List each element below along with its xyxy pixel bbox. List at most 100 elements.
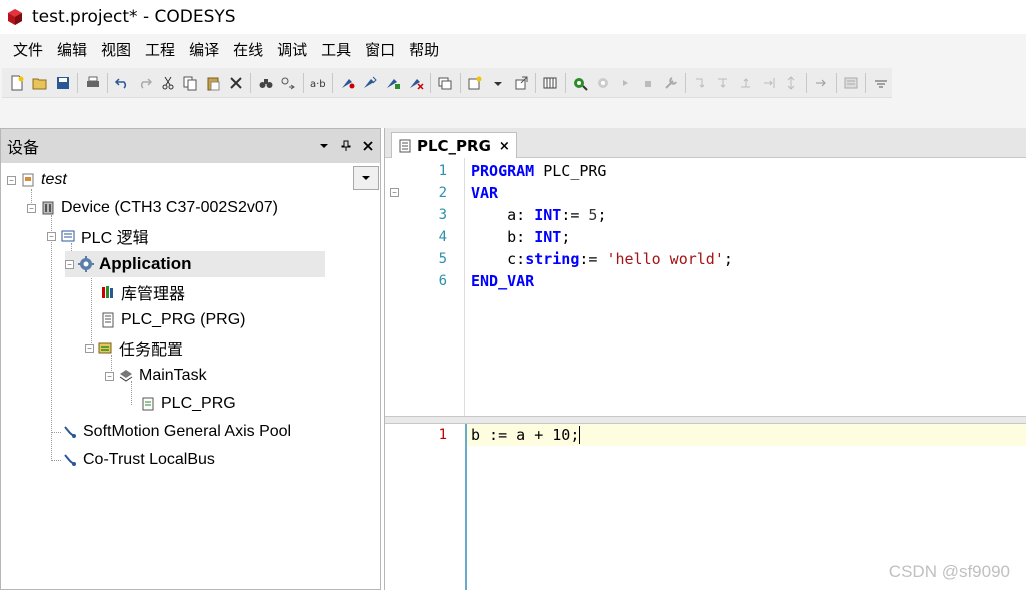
panel-close-button[interactable] bbox=[358, 136, 378, 156]
tree-node-device[interactable]: − Device (CTH3 C37-002S2v07) bbox=[27, 195, 278, 221]
cut-button[interactable] bbox=[158, 73, 178, 93]
toolbar-options-button[interactable] bbox=[871, 73, 891, 93]
toolbar-separator bbox=[865, 72, 867, 93]
toolbar-separator bbox=[459, 72, 461, 93]
menu-tools[interactable]: 工具 bbox=[314, 36, 358, 63]
keyword-token: string bbox=[525, 250, 580, 268]
export-button[interactable] bbox=[511, 73, 531, 93]
wrench-icon bbox=[665, 76, 677, 89]
add-object-button[interactable] bbox=[465, 73, 485, 93]
stop-button[interactable] bbox=[638, 73, 658, 93]
add-object-dropdown[interactable] bbox=[488, 73, 508, 93]
menu-project[interactable]: 工程 bbox=[138, 36, 182, 63]
line-number: 1 bbox=[438, 163, 447, 179]
replace-button[interactable] bbox=[278, 73, 298, 93]
window-button[interactable] bbox=[436, 73, 456, 93]
device-panel-header: 设备 bbox=[1, 129, 380, 163]
run-to-cursor-button[interactable] bbox=[759, 73, 779, 93]
tree-dropdown-button[interactable] bbox=[353, 166, 379, 190]
tree-node-project[interactable]: − test bbox=[7, 167, 67, 193]
panel-menu-button[interactable] bbox=[314, 136, 334, 156]
reset-button[interactable] bbox=[661, 73, 681, 93]
new-project-button[interactable] bbox=[8, 73, 28, 93]
collapse-toggle[interactable]: − bbox=[47, 231, 56, 241]
go-to-button[interactable] bbox=[811, 73, 831, 93]
code-line[interactable]: a: INT:= 5; bbox=[471, 204, 606, 226]
tree-node-program-call[interactable]: PLC_PRG bbox=[139, 391, 236, 417]
code-line[interactable]: PROGRAM PLC_PRG bbox=[471, 160, 606, 182]
device-scan-button[interactable] bbox=[540, 73, 560, 93]
code-line[interactable]: c: string:= 'hello world'; bbox=[471, 248, 733, 270]
input-assistant-button[interactable]: a·b bbox=[308, 73, 328, 93]
tree-node-task-configuration[interactable]: − 任务配置 bbox=[85, 335, 183, 361]
tree-node-localbus[interactable]: Co-Trust LocalBus bbox=[61, 447, 215, 473]
tree-node-label: SoftMotion General Axis Pool bbox=[83, 423, 292, 440]
open-project-button[interactable] bbox=[30, 73, 50, 93]
menu-view[interactable]: 视图 bbox=[94, 36, 138, 63]
run-to-cursor-icon bbox=[763, 77, 775, 88]
redo-button[interactable] bbox=[135, 73, 155, 93]
step-out-icon bbox=[741, 77, 751, 87]
export-icon bbox=[515, 76, 528, 89]
library-icon bbox=[99, 283, 117, 301]
collapse-toggle[interactable]: − bbox=[65, 259, 74, 269]
save-button[interactable] bbox=[53, 73, 73, 93]
close-icon bbox=[363, 141, 373, 151]
arrow-right-icon bbox=[816, 79, 826, 86]
delete-button[interactable] bbox=[226, 73, 246, 93]
code-token: a: bbox=[471, 206, 535, 224]
tree-node-maintask[interactable]: − MainTask bbox=[105, 363, 207, 389]
collapse-toggle[interactable]: − bbox=[7, 175, 16, 185]
find-button[interactable] bbox=[256, 73, 276, 93]
menu-debug[interactable]: 调试 bbox=[270, 36, 314, 63]
step-out-button[interactable] bbox=[736, 73, 756, 93]
rebuild-button[interactable] bbox=[360, 73, 380, 93]
build-button[interactable] bbox=[338, 73, 358, 93]
code-token: ; bbox=[723, 250, 733, 268]
collapse-toggle[interactable]: − bbox=[105, 371, 114, 381]
step-over-button[interactable] bbox=[691, 73, 711, 93]
code-line[interactable]: b: INT; bbox=[471, 226, 570, 248]
project-icon bbox=[19, 171, 37, 189]
panel-pin-button[interactable] bbox=[336, 136, 356, 156]
generate-code-button[interactable] bbox=[383, 73, 403, 93]
menu-window[interactable]: 窗口 bbox=[358, 36, 402, 63]
close-icon[interactable]: × bbox=[499, 139, 510, 154]
string-token: 'hello world' bbox=[606, 250, 724, 268]
tree-node-label: Co-Trust LocalBus bbox=[83, 451, 215, 468]
menu-online[interactable]: 在线 bbox=[226, 36, 270, 63]
line-number: 5 bbox=[438, 251, 447, 267]
collapse-toggle[interactable]: − bbox=[85, 343, 94, 353]
menu-edit[interactable]: 编辑 bbox=[50, 36, 94, 63]
code-line[interactable]: b := a + 10; bbox=[471, 424, 581, 446]
tree-node-plc-logic[interactable]: − PLC 逻辑 bbox=[47, 223, 149, 249]
undo-button[interactable] bbox=[112, 73, 132, 93]
device-icon bbox=[39, 199, 57, 217]
print-button[interactable] bbox=[83, 73, 103, 93]
collapse-toggle[interactable]: − bbox=[27, 203, 36, 213]
paste-button[interactable] bbox=[203, 73, 223, 93]
tree-node-label: MainTask bbox=[139, 367, 207, 384]
login-button[interactable] bbox=[570, 73, 590, 93]
start-button[interactable] bbox=[616, 73, 636, 93]
copy-button[interactable] bbox=[181, 73, 201, 93]
logout-icon bbox=[597, 77, 608, 88]
declaration-editor[interactable]: − 1 PROGRAM PLC_PRG 2 VAR 3 a: INT:= 5; 4 b: … bbox=[385, 158, 1026, 416]
pou-icon bbox=[399, 139, 411, 153]
step-into-button[interactable] bbox=[713, 73, 733, 93]
tab-plc-prg[interactable]: PLC_PRG × bbox=[391, 132, 517, 159]
tree-node-axis-pool[interactable]: SoftMotion General Axis Pool bbox=[61, 419, 291, 445]
code-line[interactable]: VAR bbox=[471, 182, 498, 204]
code-line[interactable]: END_VAR bbox=[471, 270, 534, 292]
logout-button[interactable] bbox=[593, 73, 613, 93]
editor-splitter[interactable] bbox=[385, 416, 1026, 424]
menu-help[interactable]: 帮助 bbox=[402, 36, 446, 63]
tree-node-application[interactable]: − Application bbox=[65, 251, 325, 277]
tree-node-plc-prg[interactable]: PLC_PRG (PRG) bbox=[99, 307, 245, 333]
clean-button[interactable] bbox=[406, 73, 426, 93]
menu-build[interactable]: 编译 bbox=[182, 36, 226, 63]
menu-file[interactable]: 文件 bbox=[6, 36, 50, 63]
tree-node-library-manager[interactable]: 库管理器 bbox=[99, 279, 185, 305]
show-next-statement-button[interactable] bbox=[782, 73, 802, 93]
write-values-button[interactable] bbox=[841, 73, 861, 93]
